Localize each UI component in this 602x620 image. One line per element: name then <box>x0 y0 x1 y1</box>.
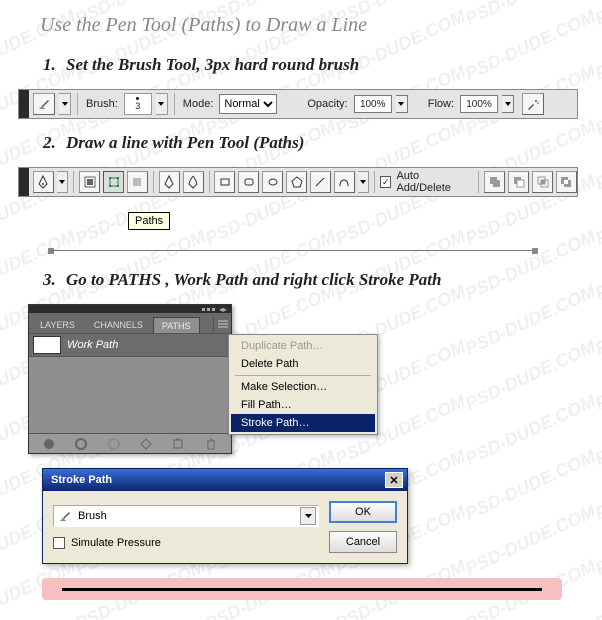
step-2: Draw a line with Pen Tool (Paths) <box>60 133 602 153</box>
flow-value[interactable]: 100% <box>460 95 498 113</box>
airbrush-icon[interactable] <box>522 93 544 115</box>
brush-dropdown-arrow-icon[interactable] <box>156 93 168 115</box>
separator <box>153 171 154 193</box>
ok-button[interactable]: OK <box>329 501 397 523</box>
path-combine-intersect-icon[interactable] <box>532 171 553 193</box>
brush-icon <box>58 509 72 523</box>
fill-pixels-mode-icon[interactable] <box>127 171 148 193</box>
paths-panel: ◂▸ LAYERS CHANNELS PATHS Work Path <box>28 304 232 454</box>
ellipse-shape-icon[interactable] <box>262 171 283 193</box>
stroke-tool-value: Brush <box>78 510 107 522</box>
freeform-pen-icon[interactable] <box>183 171 204 193</box>
delete-path-icon[interactable] <box>204 437 218 451</box>
dropdown-arrow-icon[interactable] <box>300 507 316 525</box>
path-combine-add-icon[interactable] <box>484 171 505 193</box>
opacity-value[interactable]: 100% <box>354 95 392 113</box>
stroke-path-icon[interactable] <box>74 437 88 451</box>
polygon-shape-icon[interactable] <box>286 171 307 193</box>
path-combine-subtract-icon[interactable] <box>508 171 529 193</box>
tool-flyout-arrow-icon[interactable] <box>59 93 71 115</box>
paths-mode-icon[interactable] <box>103 171 124 193</box>
auto-add-delete-checkbox[interactable]: ✓ <box>380 176 391 188</box>
step-2-text: Draw a line with Pen Tool (Paths) <box>66 133 304 152</box>
brush-tool-icon[interactable] <box>33 93 55 115</box>
panel-drag-bar[interactable]: ◂▸ <box>29 305 231 313</box>
separator <box>374 171 375 193</box>
make-work-path-icon[interactable] <box>139 437 153 451</box>
mode-label: Mode: <box>183 98 214 110</box>
custom-shape-icon[interactable] <box>334 171 355 193</box>
menu-stroke-path[interactable]: Stroke Path… <box>231 414 375 432</box>
step-3-text: Go to PATHS , Work Path and right click … <box>66 270 441 289</box>
path-thumbnail <box>33 336 61 354</box>
pen-tool-icon[interactable] <box>33 171 54 193</box>
new-path-icon[interactable] <box>171 437 185 451</box>
brush-label: Brush: <box>86 98 118 110</box>
pen-flyout-arrow-icon[interactable] <box>57 171 68 193</box>
shape-layers-mode-icon[interactable] <box>79 171 100 193</box>
brush-preset-picker[interactable]: 3 <box>124 93 152 115</box>
rectangle-shape-icon[interactable] <box>214 171 235 193</box>
flow-arrow-icon[interactable] <box>502 95 514 113</box>
work-path-row[interactable]: Work Path <box>29 333 231 357</box>
step-1: Set the Brush Tool, 3px hard round brush <box>60 55 602 75</box>
menu-delete-path[interactable]: Delete Path <box>231 355 375 373</box>
path-combine-exclude-icon[interactable] <box>556 171 577 193</box>
line-shape-icon[interactable] <box>310 171 331 193</box>
simulate-pressure-checkbox[interactable] <box>53 537 65 549</box>
page-heading: Use the Pen Tool (Paths) to Draw a Line <box>40 14 602 37</box>
brush-size-value: 3 <box>135 102 140 111</box>
load-selection-icon[interactable] <box>107 437 121 451</box>
flow-label: Flow: <box>428 98 454 110</box>
tab-layers[interactable]: LAYERS <box>31 316 84 333</box>
simulate-pressure-label: Simulate Pressure <box>71 537 161 549</box>
stroke-tool-select[interactable]: Brush <box>53 505 319 527</box>
stroke-path-dialog: Stroke Path ✕ Brush Simulate Pressure OK <box>42 468 408 564</box>
fill-path-icon[interactable] <box>42 437 56 451</box>
blend-mode-select[interactable]: Normal <box>219 94 277 114</box>
cancel-button[interactable]: Cancel <box>329 531 397 553</box>
panel-flyout-icon[interactable] <box>213 315 231 333</box>
menu-separator <box>235 375 371 376</box>
menu-make-selection[interactable]: Make Selection… <box>231 378 375 396</box>
separator <box>174 93 175 115</box>
separator <box>209 171 210 193</box>
auto-add-delete-label: Auto Add/Delete <box>396 170 471 194</box>
dialog-title: Stroke Path <box>51 474 112 486</box>
shape-options-arrow-icon[interactable] <box>358 171 369 193</box>
separator <box>77 93 78 115</box>
tab-channels[interactable]: CHANNELS <box>85 316 152 333</box>
tab-paths[interactable]: PATHS <box>153 317 200 333</box>
opacity-label: Opacity: <box>307 98 347 110</box>
paths-tooltip: Paths <box>128 212 170 230</box>
separator <box>478 171 479 193</box>
pen-icon[interactable] <box>159 171 180 193</box>
brush-options-bar: Brush: 3 Mode: Normal Opacity: 100% Flow… <box>18 89 578 119</box>
menu-duplicate-path[interactable]: Duplicate Path… <box>231 337 375 355</box>
step-3: Go to PATHS , Work Path and right click … <box>60 270 602 290</box>
path-name: Work Path <box>67 339 118 351</box>
rounded-rect-shape-icon[interactable] <box>238 171 259 193</box>
drawn-path-illustration <box>48 248 538 254</box>
opacity-arrow-icon[interactable] <box>396 95 408 113</box>
pen-options-bar: ✓ Auto Add/Delete <box>18 167 578 197</box>
path-context-menu: Duplicate Path… Delete Path Make Selecti… <box>228 334 378 435</box>
step-1-text: Set the Brush Tool, 3px hard round brush <box>66 55 359 74</box>
close-button[interactable]: ✕ <box>385 472 403 488</box>
separator <box>73 171 74 193</box>
result-stroke-illustration <box>42 578 562 600</box>
menu-fill-path[interactable]: Fill Path… <box>231 396 375 414</box>
